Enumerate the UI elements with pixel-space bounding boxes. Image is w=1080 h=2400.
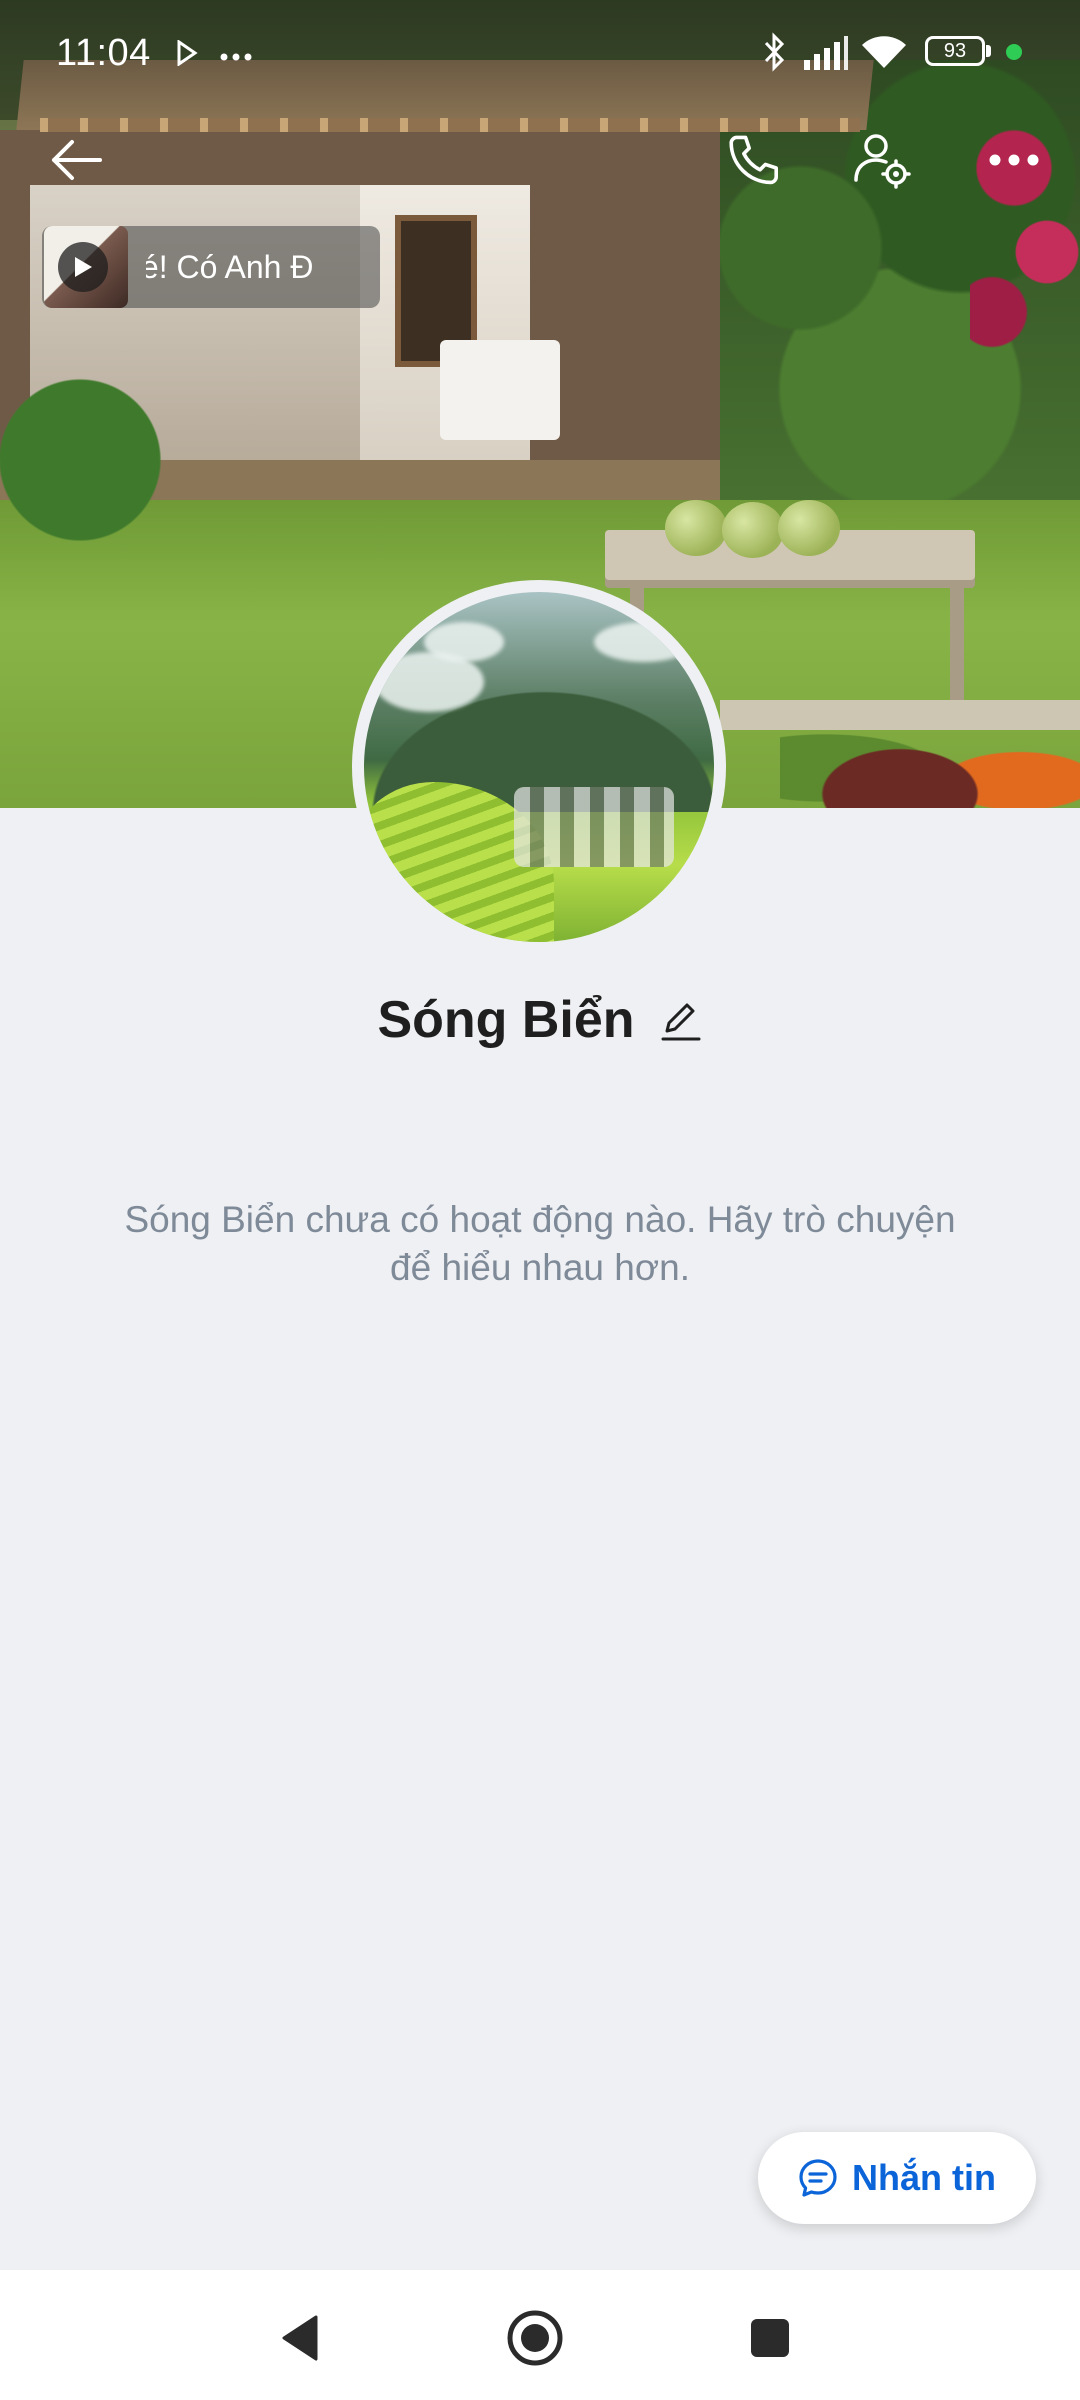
nav-recents-button[interactable] bbox=[730, 2298, 810, 2378]
profile-settings-icon bbox=[854, 134, 911, 189]
music-title-marquee: Nhé! Có Anh Đ bbox=[146, 226, 380, 308]
profile-name: Sóng Biển bbox=[377, 991, 635, 1049]
play-icon bbox=[75, 257, 92, 277]
profile-name-row: Sóng Biển bbox=[0, 990, 1080, 1050]
back-arrow-icon bbox=[52, 140, 102, 180]
empty-activity-message: Sóng Biển chưa có hoạt động nào. Hãy trò… bbox=[124, 1199, 956, 1288]
privacy-dot-icon bbox=[1006, 44, 1022, 60]
message-button-label: Nhắn tin bbox=[852, 2157, 996, 2198]
chat-bubble-icon bbox=[799, 2159, 837, 2197]
nav-home-icon bbox=[507, 2310, 563, 2366]
profile-settings-button[interactable] bbox=[842, 120, 922, 200]
nav-back-icon bbox=[282, 2315, 318, 2361]
battery-tip bbox=[986, 45, 991, 57]
bluetooth-icon bbox=[762, 32, 788, 77]
signal-icon bbox=[802, 36, 848, 75]
profile-music-chip[interactable]: Nhé! Có Anh Đ bbox=[42, 226, 380, 308]
status-bar: 11:04 93 bbox=[0, 0, 1080, 100]
more-icon bbox=[989, 154, 1039, 166]
message-button[interactable]: Nhắn tin bbox=[758, 2132, 1036, 2224]
status-time: 11:04 bbox=[56, 32, 151, 74]
pencil-icon bbox=[661, 1003, 701, 1041]
edit-name-button[interactable] bbox=[659, 998, 703, 1042]
more-dots-icon bbox=[220, 48, 252, 66]
avatar-image bbox=[364, 592, 714, 942]
phone-call-icon bbox=[729, 135, 779, 185]
call-button[interactable] bbox=[712, 120, 792, 200]
play-button[interactable] bbox=[58, 242, 108, 292]
nav-home-button[interactable] bbox=[495, 2298, 575, 2378]
battery-level: 93 bbox=[943, 40, 967, 62]
avatar[interactable] bbox=[352, 580, 726, 954]
nav-recents-icon bbox=[751, 2319, 789, 2357]
battery-icon: 93 bbox=[925, 36, 985, 66]
back-button[interactable] bbox=[36, 120, 116, 200]
more-button[interactable] bbox=[974, 120, 1054, 200]
system-nav-bar bbox=[0, 2270, 1080, 2400]
wifi-icon bbox=[860, 34, 908, 75]
music-title: Nhé! Có Anh Đ bbox=[146, 249, 314, 285]
play-store-icon bbox=[176, 39, 198, 71]
nav-back-button[interactable] bbox=[260, 2298, 340, 2378]
